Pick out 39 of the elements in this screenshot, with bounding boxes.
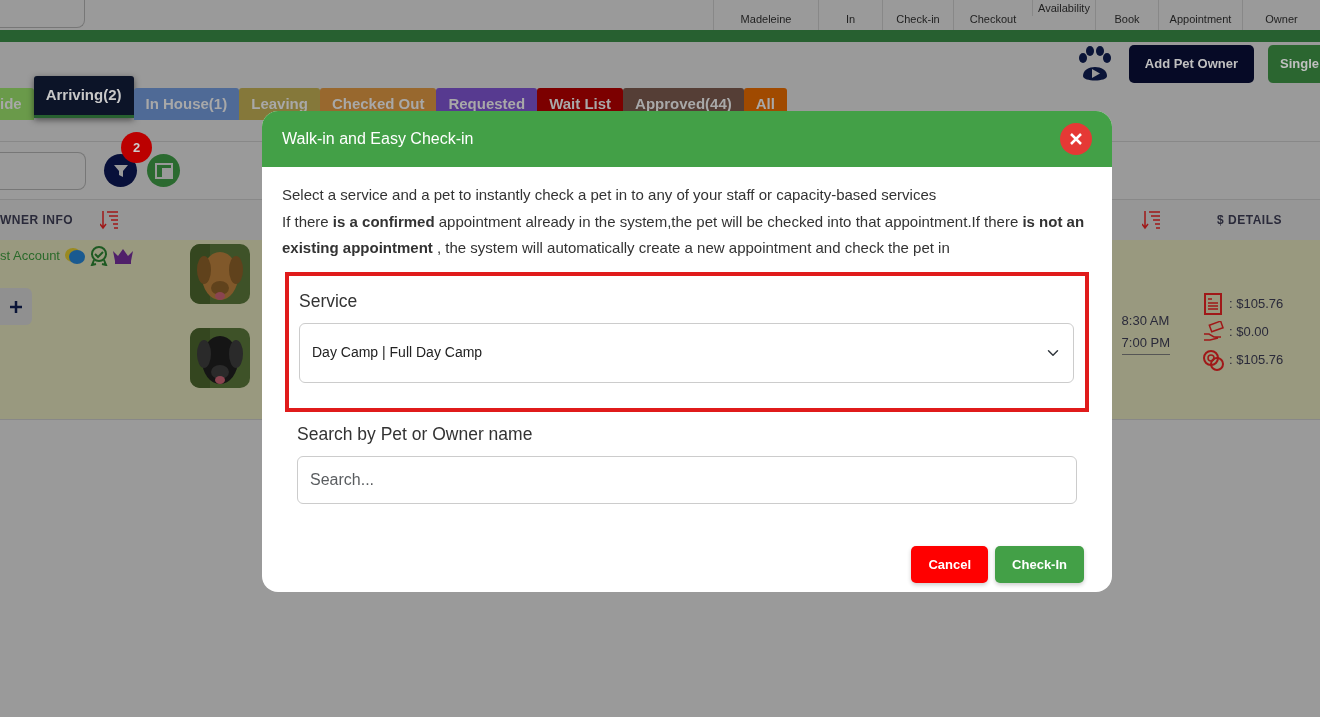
hand-money-icon <box>1203 321 1225 343</box>
chat-icon <box>64 247 86 265</box>
cancel-button[interactable]: Cancel <box>911 545 989 583</box>
amount-text: : $105.76 <box>1229 295 1284 314</box>
field-label: Search by Pet or Owner name <box>297 422 534 446</box>
sort-icon[interactable] <box>100 210 119 230</box>
column-header: WNER INFO <box>0 212 75 229</box>
search-field[interactable]: Search... <box>297 455 1077 504</box>
window-icon <box>154 162 173 179</box>
input-field[interactable] <box>0 151 86 190</box>
action-button[interactable]: Add Pet Owner <box>1128 45 1254 83</box>
close-button[interactable] <box>1060 123 1092 155</box>
appointment-time: 8:30 AM <box>1121 312 1170 330</box>
filter-button[interactable] <box>104 154 137 187</box>
amount-text: : $0.00 <box>1229 323 1269 342</box>
amount-text: : $105.76 <box>1229 351 1284 370</box>
filter-icon <box>112 162 129 179</box>
column-header: $ DETAILS <box>1217 212 1282 229</box>
nav-link[interactable]: Availability <box>1032 0 1095 16</box>
action-button[interactable]: Single <box>1268 45 1320 83</box>
add-button[interactable] <box>0 288 32 325</box>
field-label: Service <box>299 289 359 313</box>
coins-icon <box>1203 349 1225 371</box>
appointment-time: 7:00 PM <box>1121 332 1170 355</box>
status-tab[interactable]: Arriving(2) <box>33 76 134 118</box>
instruction-text: If there is a confirmed appointment already in the system,the pet will be checked into that appointment.If there is not an existing appointment , the system will automatically create a new appointment and check the pet in <box>282 211 1086 258</box>
sort-icon[interactable] <box>1142 210 1162 230</box>
invoice-icon <box>1203 293 1225 315</box>
instruction-text: Select a service and a pet to instantly check a pet in to any of your staff or capacity-based services <box>282 185 938 205</box>
crown-icon <box>112 248 134 264</box>
award-icon <box>90 246 108 266</box>
close-icon <box>1069 132 1083 146</box>
service-select[interactable]: Day Camp | Full Day Camp <box>299 322 1074 383</box>
check-in-button[interactable]: Check-In <box>995 545 1084 583</box>
plus-icon <box>10 300 22 313</box>
notification-badge: 2 <box>121 132 152 163</box>
input-field[interactable] <box>0 0 85 28</box>
window-button[interactable] <box>147 154 180 187</box>
modal-title: Walk-in and Easy Check-in <box>282 129 474 149</box>
